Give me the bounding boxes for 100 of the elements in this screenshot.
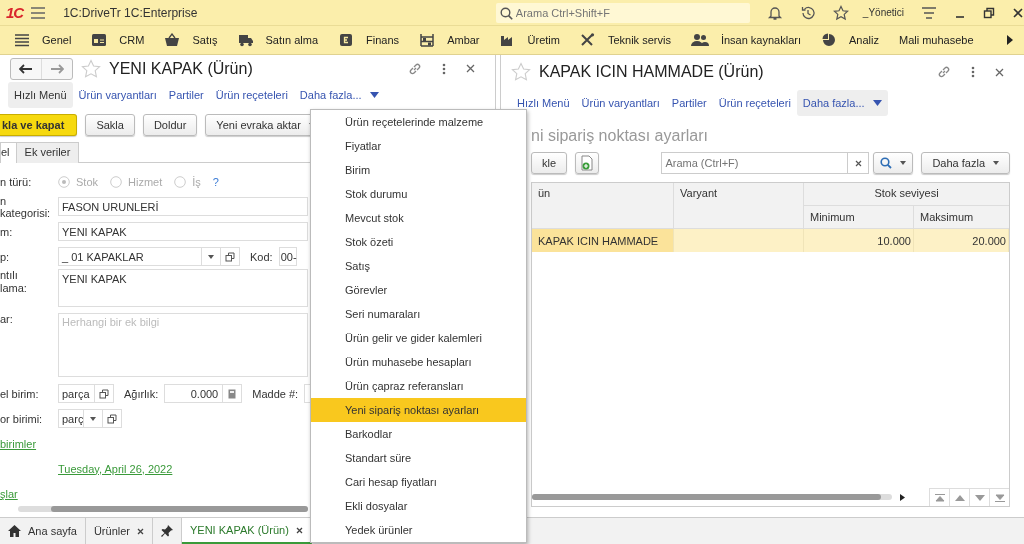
bell-icon[interactable] (766, 4, 783, 21)
text-field[interactable]: 00- (278, 247, 297, 266)
nav-link[interactable]: Partiler (665, 90, 713, 116)
section-tab[interactable]: Mali muhasebe (898, 34, 974, 46)
menu-item[interactable]: Ürün gelir ve gider kalemleri (311, 326, 526, 350)
nav-link[interactable]: Partiler (162, 82, 210, 108)
add-button[interactable]: kle (531, 152, 568, 174)
caret-right-icon[interactable] (1006, 35, 1014, 45)
search-button[interactable] (873, 152, 914, 174)
history-icon[interactable] (799, 4, 816, 21)
field-label: p: (0, 250, 11, 263)
truck-icon (237, 33, 254, 47)
scrollbar[interactable] (532, 494, 892, 500)
select-field[interactable]: parça (58, 384, 114, 403)
dropdown-button[interactable]: Daha fazla (921, 152, 1010, 174)
close-icon[interactable] (1012, 6, 1024, 19)
menu-item[interactable]: Yedek ürünler (311, 518, 526, 542)
form-link[interactable]: şlar (0, 487, 18, 500)
radio-circle-icon (110, 175, 122, 188)
column-header[interactable]: Maksimum (914, 206, 1009, 228)
open-tab[interactable]: Ana sayfa (0, 518, 86, 544)
nav-link[interactable]: Hızlı Menü (8, 82, 73, 108)
nav-link[interactable]: Ürün reçeteleri (209, 82, 294, 108)
section-tab[interactable]: Satış (164, 33, 218, 47)
close-icon[interactable] (295, 526, 303, 534)
menu-item[interactable]: Barkodlar (311, 422, 526, 446)
menu-item[interactable]: Stok özeti (311, 230, 526, 254)
section-tab[interactable]: Üretim (499, 33, 560, 47)
nav-link[interactable]: Ürün varyantları (575, 90, 666, 116)
menu-item[interactable]: Birim (311, 158, 526, 182)
section-tab[interactable]: Teknik servis (579, 33, 671, 47)
star-icon[interactable] (832, 4, 849, 21)
nav-link[interactable]: Ürün reçeteleri (712, 90, 797, 116)
menu-item[interactable]: Ürün muhasebe hesapları (311, 350, 526, 374)
save-close-button[interactable]: kla ve kapat (0, 114, 78, 136)
units-link[interactable]: birimler (0, 437, 37, 450)
user-name[interactable]: _Yönetici (862, 7, 904, 18)
menu-item[interactable]: Satış (311, 254, 526, 278)
form-tab[interactable]: Ek veriler (16, 142, 80, 163)
link-icon[interactable] (937, 65, 951, 79)
menu-item[interactable]: Yeni sipariş noktası ayarları (311, 398, 526, 422)
notes-field[interactable]: Herhangi bir ek bilgi (58, 313, 308, 377)
search-field[interactable]: Arama Ctrl+Shift+F (495, 2, 750, 23)
select-field[interactable]: _ 01 KAPAKLAR (58, 247, 240, 266)
menu-item[interactable]: Standart süre (311, 446, 526, 470)
open-window-icon (225, 251, 235, 262)
column-header[interactable]: Varyant (674, 183, 804, 228)
field-label: m: (0, 225, 14, 238)
scrollbar[interactable] (18, 506, 308, 512)
section-tab[interactable]: Finans (338, 33, 400, 47)
text-area[interactable]: YENI KAPAK (58, 269, 308, 307)
more-options-icon[interactable] (971, 66, 975, 78)
help-link[interactable]: ? (212, 175, 219, 188)
form-tab[interactable]: el (0, 142, 17, 163)
menu-item[interactable]: Fiyatlar (311, 134, 526, 158)
date-link[interactable]: Tuesday, April 26, 2022 (58, 462, 173, 475)
history-nav-buttons[interactable] (10, 57, 73, 80)
field-label: el birim: (0, 387, 40, 400)
link-icon[interactable] (408, 61, 422, 76)
caret-right-icon[interactable] (900, 493, 905, 501)
section-tab[interactable]: İnsan kaynakları (690, 33, 801, 47)
section-tab[interactable]: CRM (91, 33, 145, 47)
open-tab[interactable]: YENI KAPAK (Ürün) (182, 518, 312, 544)
menu-item[interactable]: Mevcut stok (311, 206, 526, 230)
menu-item[interactable]: Ekli dosyalar (311, 494, 526, 518)
number-field[interactable]: 0.000 (164, 384, 243, 403)
menu-icon[interactable] (31, 6, 46, 19)
more-menu-link[interactable]: Daha fazla... (293, 82, 385, 108)
menu-item[interactable]: Ürün çapraz referansları (311, 374, 526, 398)
field-label: Kod: (250, 250, 273, 263)
form-button[interactable]: Sakla (85, 114, 135, 136)
column-header[interactable]: Minimum (804, 206, 914, 228)
text-field[interactable]: YENI KAPAK (58, 222, 308, 241)
new-document-button[interactable] (575, 152, 600, 174)
select-field[interactable]: parç (58, 409, 122, 428)
column-header[interactable]: Stok seviyesi (804, 183, 1009, 206)
caret-icon (369, 92, 379, 98)
search-field[interactable]: Arama (Ctrl+F) (661, 152, 870, 174)
text-field[interactable]: FASON URUNLERİ (58, 197, 308, 216)
section-tab[interactable]: Ambar (419, 33, 480, 47)
section-tab[interactable]: Satın alma (237, 33, 319, 47)
form-title: KAPAK ICIN HAMMADE (Ürün) (539, 63, 764, 81)
menu-item[interactable]: Görevler (311, 278, 526, 302)
form-button[interactable]: Doldur (142, 114, 198, 136)
nav-link[interactable]: Ürün varyantları (72, 82, 163, 108)
close-icon[interactable] (995, 67, 1004, 77)
section-tab[interactable]: Analiz (821, 33, 879, 47)
table-row[interactable]: KAPAK ICIN HAMMADE 10.000 20.000 (532, 229, 1009, 252)
menu-item[interactable]: Cari hesap fiyatları (311, 470, 526, 494)
restore-icon[interactable] (983, 6, 995, 19)
menu-item[interactable]: Seri numaraları (311, 302, 526, 326)
close-icon[interactable] (466, 64, 475, 73)
more-menu-link[interactable]: Daha fazla... (796, 90, 888, 116)
menu-item[interactable]: Stok durumu (311, 182, 526, 206)
more-options-icon[interactable] (442, 62, 446, 75)
column-header[interactable]: ün (532, 183, 674, 228)
close-icon[interactable] (137, 527, 144, 535)
settings-lines-icon[interactable] (921, 5, 937, 20)
section-tab[interactable]: Genel (14, 33, 72, 47)
open-tab[interactable]: Ürünler (85, 518, 153, 544)
